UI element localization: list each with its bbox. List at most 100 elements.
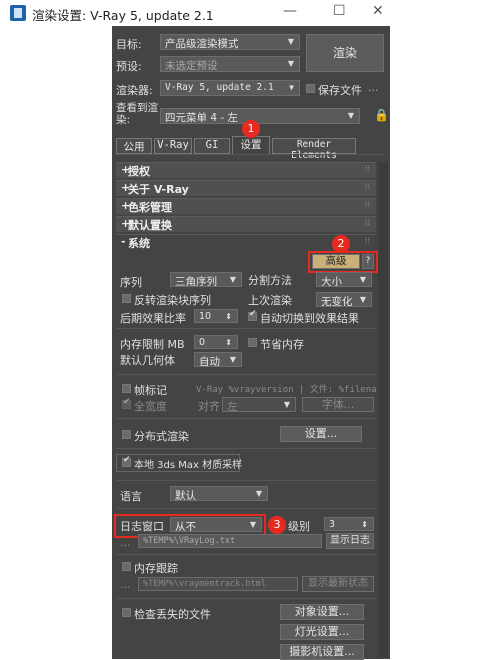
lock-icon[interactable]: 🔒 — [374, 108, 389, 122]
help-button[interactable]: ? — [362, 254, 374, 269]
memory-tracking-checkbox[interactable] — [122, 562, 131, 571]
chevron-down-icon: ▼ — [287, 59, 294, 68]
divider — [116, 480, 376, 481]
tab-gi[interactable]: GI — [194, 138, 230, 154]
tab-render-elements[interactable]: Render Elements — [272, 138, 356, 161]
memory-tracking-label: 内存跟踪 — [134, 562, 178, 575]
maximize-button[interactable]: ☐ — [333, 3, 346, 19]
mem-track-path-input[interactable]: %TEMP%\vraymemtrack.html — [138, 577, 298, 591]
expand-icon: + — [121, 181, 131, 194]
distributed-render-checkbox[interactable] — [122, 430, 131, 439]
frame-stamp-text[interactable]: V-Ray %vrayversion | 文件: %filename — [196, 382, 376, 395]
sequence-value: 三角序列 — [175, 276, 217, 287]
divider — [116, 554, 376, 555]
check-missing-files-label: 检查丢失的文件 — [134, 608, 211, 621]
post-effects-ratio-value: 10 — [199, 311, 212, 322]
show-latest-status-button[interactable]: 显示最新状态 — [302, 576, 374, 592]
divider — [116, 598, 376, 599]
target-value: 产品级渲染模式 — [165, 38, 239, 50]
divider — [116, 508, 376, 509]
tab-vray[interactable]: V-Ray — [154, 138, 192, 154]
save-file-browse-button[interactable]: ... — [368, 81, 379, 94]
auto-switch-label: 自动切换到效果结果 — [260, 312, 359, 325]
log-window-select[interactable]: 从不 ▼ — [170, 517, 262, 532]
tab-common[interactable]: 公用 — [116, 138, 152, 154]
log-path-input[interactable]: %TEMP%\VRayLog.txt — [138, 534, 322, 548]
save-file-checkbox[interactable] — [306, 84, 315, 93]
render-button[interactable]: 渲染 — [306, 34, 384, 72]
preset-select[interactable]: 未选定预设 ▼ — [160, 56, 300, 72]
rollout-label: 关于 V-Ray — [128, 183, 189, 196]
drag-handle-icon: ⁞⁞ — [364, 218, 370, 227]
renderer-value: V-Ray 5, update 2.1 — [165, 82, 274, 93]
light-settings-button[interactable]: 灯光设置... — [280, 624, 364, 640]
divide-method-select[interactable]: 大小 ▼ — [316, 272, 372, 287]
save-file-label: 保存文件 — [318, 84, 362, 97]
rollout-about-vray[interactable]: + 关于 V-Ray ⁞⁞ — [116, 180, 376, 196]
mem-track-path-value: %TEMP%\vraymemtrack.html — [143, 579, 266, 589]
show-log-button[interactable]: 显示日志 — [326, 533, 374, 549]
save-memory-checkbox[interactable] — [248, 338, 257, 347]
annotation-badge-2: 2 — [332, 235, 350, 253]
full-width-checkbox[interactable] — [122, 397, 131, 409]
scrollbar[interactable] — [378, 162, 388, 657]
log-path-value: %TEMP%\VRayLog.txt — [143, 536, 236, 546]
sequence-label: 序列 — [120, 276, 142, 289]
rollout-color-management[interactable]: + 色彩管理 ⁞⁞ — [116, 198, 376, 214]
default-geometry-select[interactable]: 自动 ▼ — [194, 352, 242, 367]
post-effects-ratio-input[interactable]: 10 ⬍ — [194, 309, 238, 323]
chevron-down-icon: ▼ — [283, 400, 290, 409]
rollout-authorization[interactable]: + 授权 ⁞⁞ — [116, 162, 376, 178]
drag-handle-icon: ⁞⁞ — [364, 236, 370, 245]
local-3ds-material-label: 本地 3ds Max 材质采样 — [134, 460, 243, 471]
language-label: 语言 — [120, 490, 142, 503]
target-select[interactable]: 产品级渲染模式 ▼ — [160, 34, 300, 50]
tab-divider — [116, 154, 384, 155]
full-width-label: 全宽度 — [134, 400, 167, 413]
log-window-label: 日志窗口 — [120, 520, 164, 533]
post-effects-ratio-label: 后期效果比率 — [120, 312, 186, 325]
spinner-icon: ⬍ — [361, 520, 368, 529]
log-level-input[interactable]: 3 ⬍ — [324, 517, 374, 531]
language-select[interactable]: 默认 ▼ — [170, 486, 268, 501]
view-to-render-label: 查看到渲染: — [116, 102, 158, 126]
check-missing-files-checkbox[interactable] — [122, 608, 131, 617]
app-icon — [10, 5, 26, 21]
rollout-default-displacement[interactable]: + 默认置换 ⁞⁞ — [116, 216, 376, 232]
camera-settings-button[interactable]: 摄影机设置... — [280, 644, 364, 660]
close-button[interactable]: ✕ — [372, 3, 384, 19]
distributed-render-label: 分布式渲染 — [134, 430, 189, 443]
local-3ds-material-checkbox[interactable] — [122, 455, 131, 467]
language-value: 默认 — [175, 490, 196, 501]
tab-settings[interactable]: 设置 — [232, 136, 270, 154]
advanced-button[interactable]: 高级 — [312, 254, 360, 269]
object-settings-button[interactable]: 对象设置... — [280, 604, 364, 620]
reverse-sequence-checkbox[interactable] — [122, 294, 131, 303]
collapse-icon: - — [121, 235, 126, 248]
font-button[interactable]: 字体... — [302, 397, 374, 412]
expand-icon: + — [121, 199, 131, 212]
frame-stamp-checkbox[interactable] — [122, 384, 131, 393]
log-level-label: 级别 — [288, 520, 310, 533]
last-render-select[interactable]: 无变化 ▼ — [316, 292, 372, 307]
view-to-render-select[interactable]: 四元菜单 4 - 左 ▼ — [160, 108, 360, 124]
sequence-select[interactable]: 三角序列 ▼ — [170, 272, 242, 287]
auto-switch-checkbox[interactable] — [248, 309, 257, 321]
renderer-label: 渲染器: — [116, 84, 153, 97]
align-label: 对齐 — [198, 400, 220, 413]
target-label: 目标: — [116, 38, 142, 51]
log-path-browse[interactable]: ... — [120, 536, 131, 549]
minimize-button[interactable]: — — [283, 3, 297, 19]
mem-track-path-browse[interactable]: ... — [120, 578, 131, 591]
rollout-label: 默认置换 — [128, 219, 172, 232]
last-render-value: 无变化 — [321, 296, 353, 307]
renderer-select[interactable]: V-Ray 5, update 2.1 ▼ — [160, 80, 300, 96]
align-select[interactable]: 左 ▼ — [222, 397, 296, 412]
divider — [116, 374, 376, 375]
distributed-settings-button[interactable]: 设置... — [280, 426, 362, 442]
divider — [116, 418, 376, 419]
window-title: 渲染设置: V-Ray 5, update 2.1 — [32, 8, 214, 23]
expand-icon: + — [121, 217, 131, 230]
memory-limit-input[interactable]: 0 ⬍ — [194, 335, 238, 349]
render-settings-panel: 目标: 产品级渲染模式 ▼ 预设: 未选定预设 ▼ 渲染 渲染器: V-Ray 5,… — [112, 26, 390, 660]
